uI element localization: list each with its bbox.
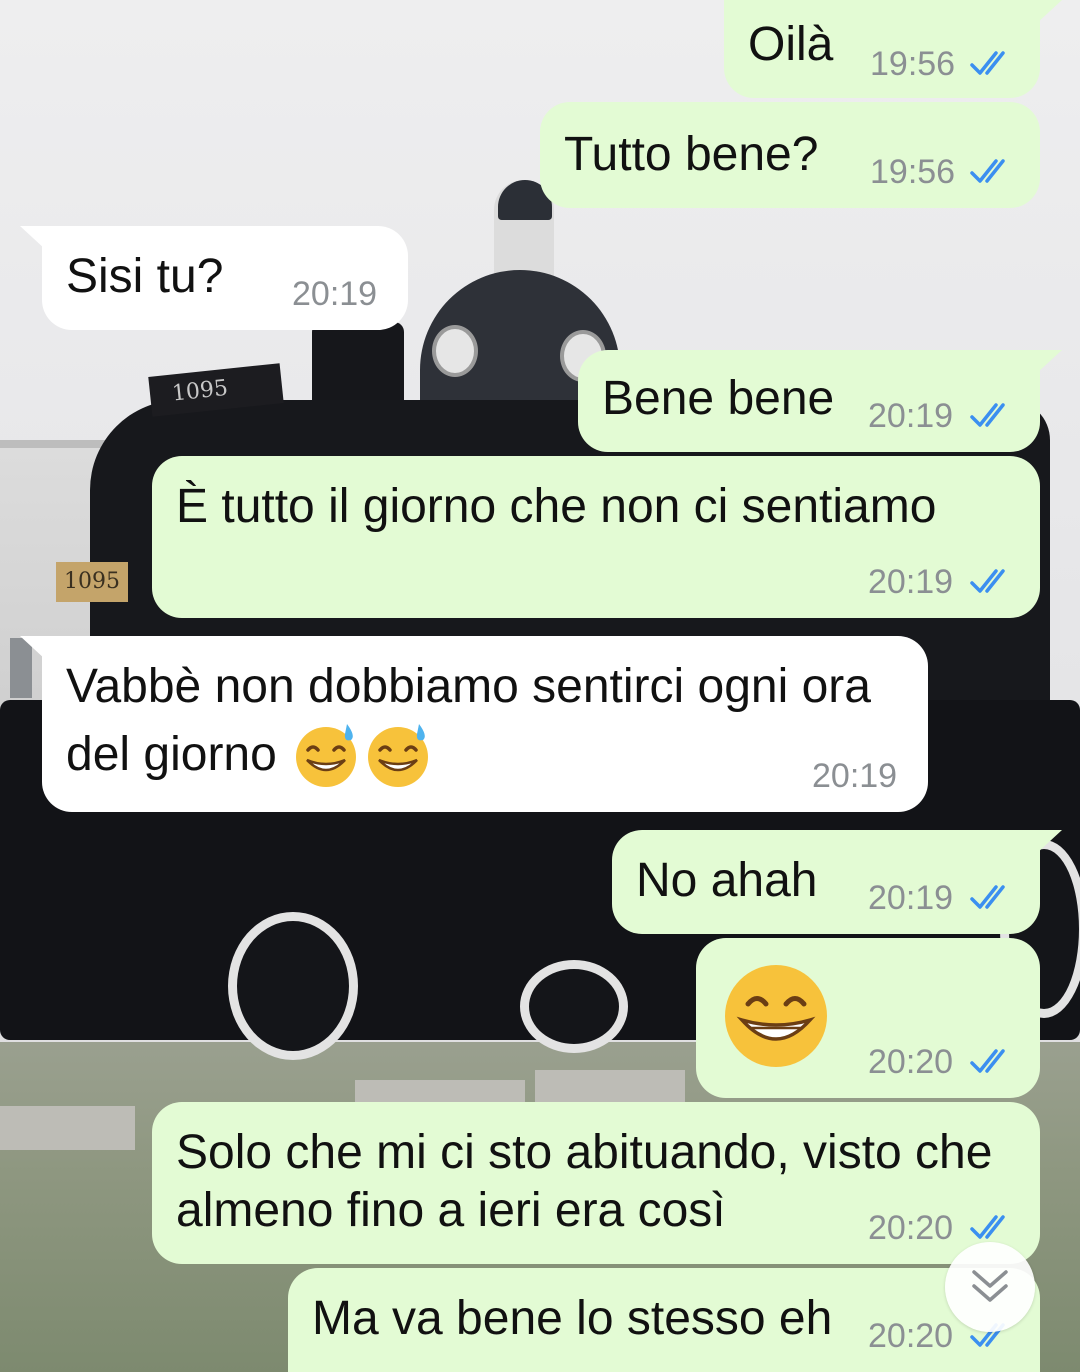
message-text-line-1: Vabbè non dobbiamo sentirci ogni ora xyxy=(66,660,871,713)
double-check-read-icon xyxy=(970,159,1005,183)
double-check-read-icon xyxy=(970,1049,1005,1073)
message-text: No ahah xyxy=(636,854,818,907)
message-text: Oilà xyxy=(748,18,834,71)
message-text: Sisi tu? xyxy=(66,250,224,303)
outgoing-message[interactable]: Oilà 19:56 xyxy=(724,0,1062,98)
outgoing-message[interactable]: 20:20 xyxy=(696,938,1040,1098)
outgoing-message[interactable]: No ahah 20:19 xyxy=(612,830,1062,934)
outgoing-message[interactable]: È tutto il giorno che non ci sentiamo 20… xyxy=(152,456,1040,618)
outgoing-message[interactable]: Bene bene 20:19 xyxy=(578,350,1062,452)
message-text: È tutto il giorno che non ci sentiamo xyxy=(176,480,937,533)
message-time: 20:19 xyxy=(868,879,954,917)
double-chevron-down-icon xyxy=(972,1270,1008,1302)
message-time: 20:19 xyxy=(812,757,898,795)
incoming-message[interactable]: Sisi tu? 20:19 xyxy=(20,226,408,330)
bubble-tail xyxy=(1036,0,1062,24)
grinning-face-with-sweat-emoji xyxy=(367,724,428,787)
message-time: 20:20 xyxy=(868,1209,954,1247)
message-time: 19:56 xyxy=(870,153,956,191)
double-check-read-icon xyxy=(970,51,1005,75)
message-text-line-2: del giorno xyxy=(66,728,277,781)
double-check-read-icon xyxy=(970,1215,1005,1239)
bubble-tail xyxy=(1036,830,1062,854)
double-check-read-icon xyxy=(970,403,1005,427)
message-text: Bene bene xyxy=(602,372,835,425)
bubble-tail xyxy=(20,226,46,250)
message-text-line-2: almeno fino a ieri era così xyxy=(176,1184,726,1237)
message-time: 20:19 xyxy=(292,275,378,313)
bubble-tail xyxy=(20,636,46,660)
bubble-tail xyxy=(1036,350,1062,374)
message-time: 20:20 xyxy=(868,1317,954,1355)
message-time: 20:19 xyxy=(868,397,954,435)
message-text: Tutto bene? xyxy=(564,128,819,181)
incoming-message[interactable]: Vabbè non dobbiamo sentirci ogni ora del… xyxy=(20,636,928,812)
outgoing-message[interactable]: Solo che mi ci sto abituando, visto che … xyxy=(152,1102,1040,1264)
outgoing-message[interactable]: Tutto bene? 19:56 xyxy=(540,102,1040,208)
message-time: 20:19 xyxy=(868,563,954,601)
grinning-face-with-sweat-emoji xyxy=(295,724,356,787)
message-text: Ma va bene lo stesso eh xyxy=(312,1292,833,1345)
scroll-to-bottom-button[interactable] xyxy=(945,1242,1035,1332)
beaming-face-emoji xyxy=(725,965,827,1067)
double-check-read-icon xyxy=(970,885,1005,909)
outgoing-message[interactable]: Ma va bene lo stesso eh 20:20 xyxy=(288,1268,1040,1372)
double-check-read-icon xyxy=(970,569,1005,593)
message-time: 20:20 xyxy=(868,1043,954,1081)
message-text-line-1: Solo che mi ci sto abituando, visto che xyxy=(176,1126,993,1179)
message-text-line-2-row: del giorno xyxy=(66,720,431,790)
message-time: 19:56 xyxy=(870,45,956,83)
chat-message-list[interactable]: Oilà 19:56 Tutto bene? 19:56 Sisi tu? 20… xyxy=(0,0,1080,1372)
